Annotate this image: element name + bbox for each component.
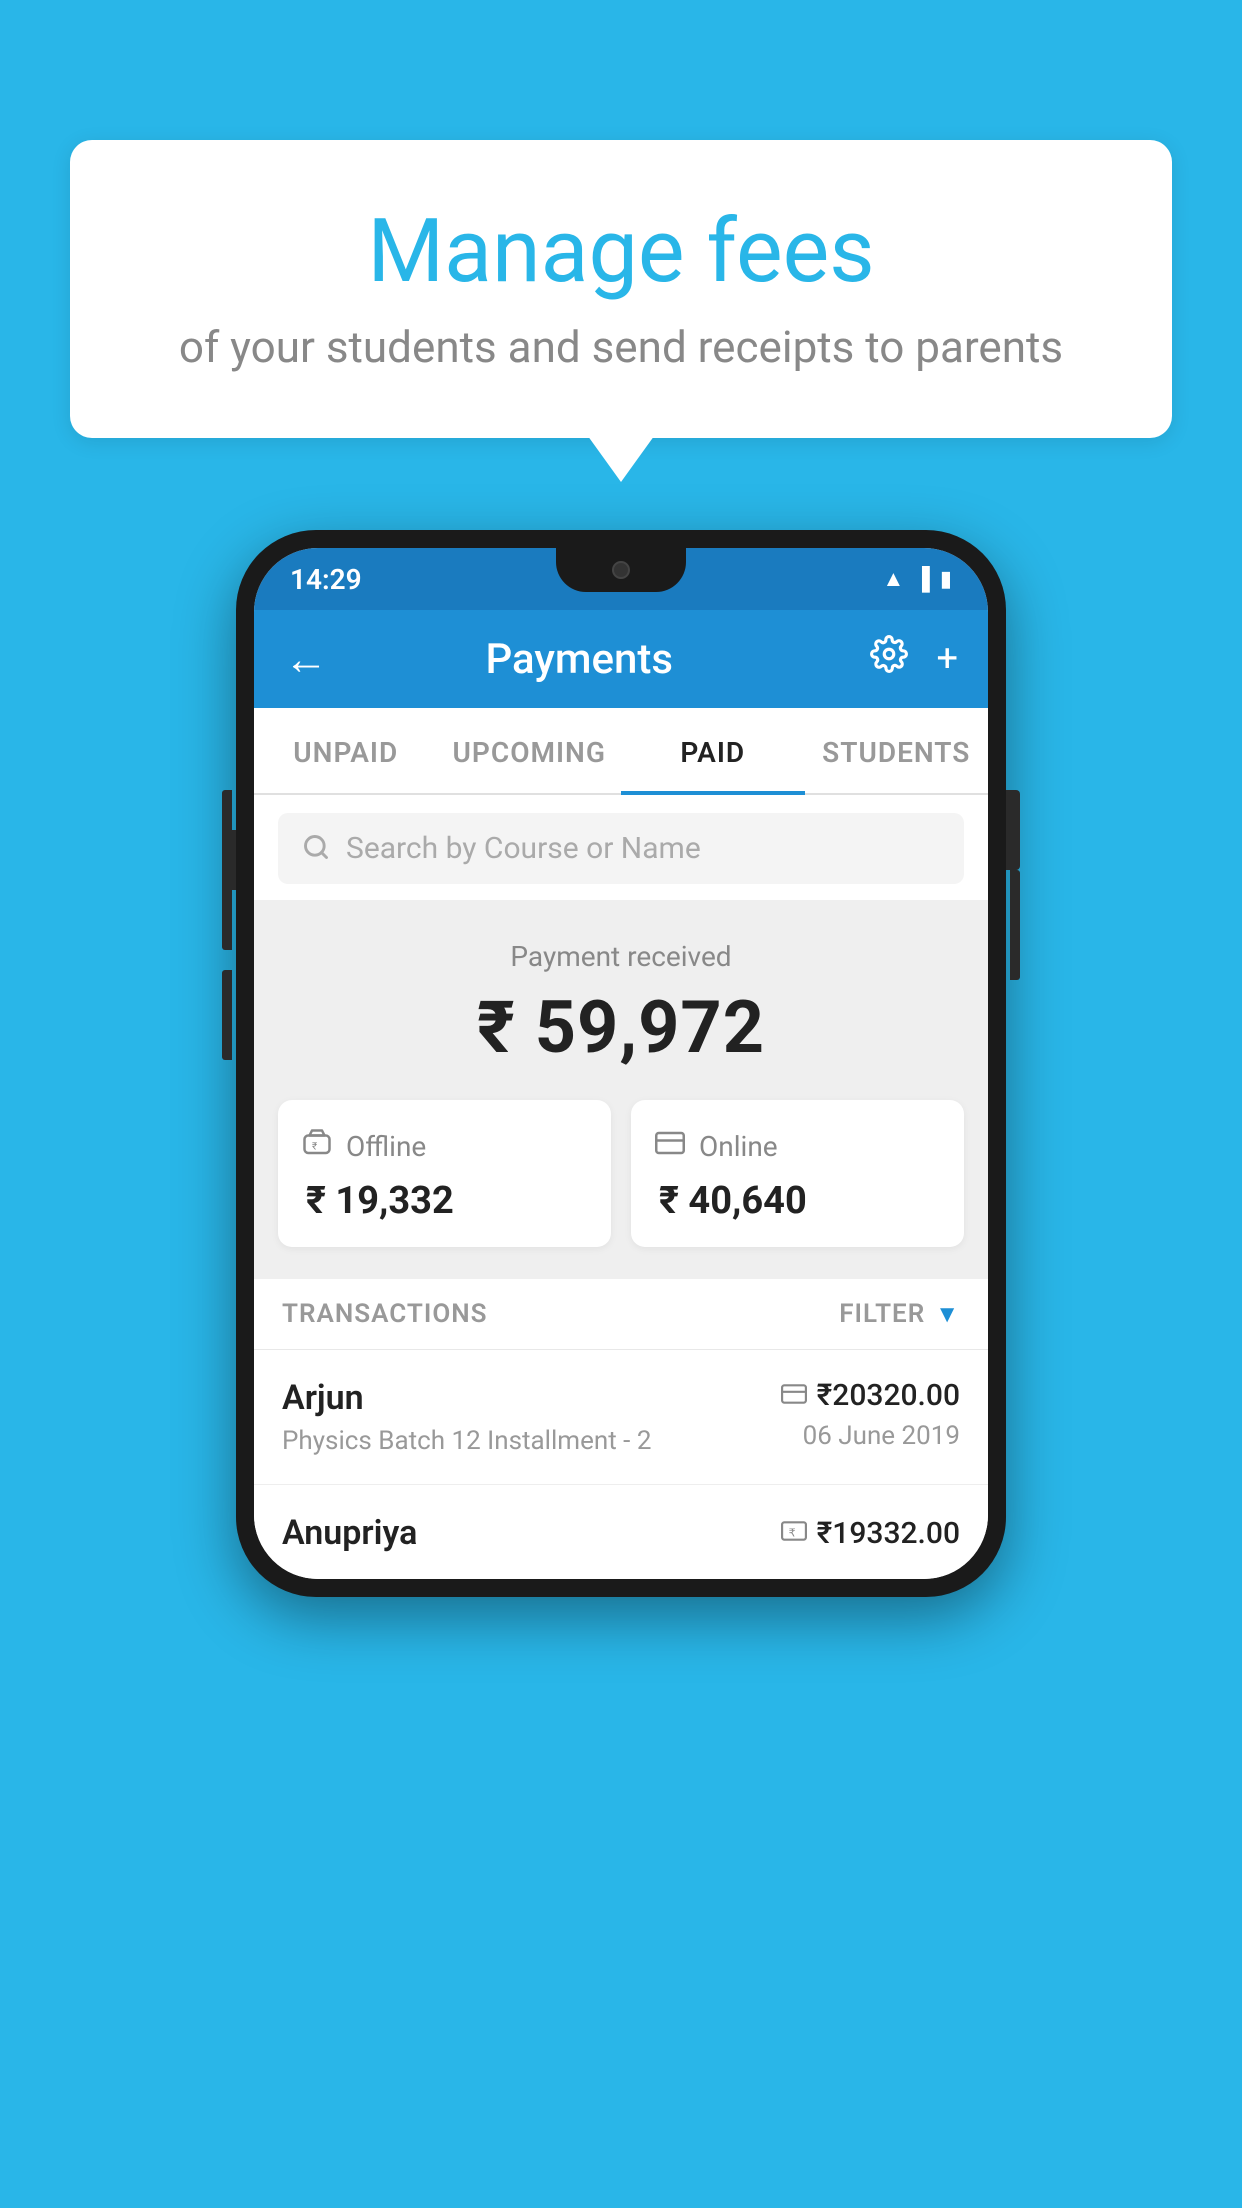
transactions-header: TRANSACTIONS FILTER ▼	[254, 1279, 988, 1350]
speech-bubble-container: Manage fees of your students and send re…	[70, 140, 1172, 438]
transaction-amount-row: ₹20320.00	[781, 1378, 960, 1413]
tab-unpaid[interactable]: UNPAID	[254, 708, 438, 793]
online-amount: ₹ 40,640	[659, 1179, 940, 1223]
transaction-amount-row: ₹ ₹19332.00	[781, 1516, 960, 1551]
offline-amount: ₹ 19,332	[306, 1179, 587, 1223]
transaction-amount: ₹20320.00	[817, 1378, 960, 1413]
svg-text:₹: ₹	[312, 1141, 317, 1152]
status-time: 14:29	[290, 563, 362, 596]
online-card-header: Online	[655, 1128, 940, 1165]
signal-icon: ▐	[914, 566, 930, 592]
online-icon	[655, 1128, 685, 1165]
transaction-right: ₹20320.00 06 June 2019	[781, 1378, 960, 1451]
transaction-row: Anupriya ₹ ₹19332.00	[254, 1485, 988, 1579]
phone-outer: 14:29 ▲ ▐ ▮ ←	[236, 530, 1006, 1597]
search-container: Search by Course or Name	[254, 795, 988, 884]
search-input-placeholder: Search by Course or Name	[346, 831, 701, 866]
app-header: ← Payments +	[254, 610, 988, 708]
transaction-left: Anupriya	[282, 1513, 781, 1561]
payment-summary: Payment received ₹ 59,972	[254, 900, 988, 1100]
add-button[interactable]: +	[936, 637, 958, 681]
transaction-rupee-icon: ₹	[781, 1519, 807, 1547]
transaction-right: ₹ ₹19332.00	[781, 1516, 960, 1559]
offline-card-header: ₹ Offline	[302, 1128, 587, 1165]
tab-students[interactable]: STUDENTS	[805, 708, 989, 793]
transaction-card-icon	[781, 1384, 807, 1408]
tab-upcoming[interactable]: UPCOMING	[438, 708, 622, 793]
tabs-bar: UNPAID UPCOMING PAID STUDENTS	[254, 708, 988, 795]
header-actions: +	[870, 635, 958, 683]
payment-received-label: Payment received	[278, 940, 964, 973]
payment-cards: ₹ Offline ₹ 19,332	[254, 1100, 988, 1279]
transaction-row: Arjun Physics Batch 12 Installment - 2	[254, 1350, 988, 1485]
offline-label: Offline	[346, 1130, 426, 1163]
battery-icon: ▮	[940, 567, 952, 592]
status-icons: ▲ ▐ ▮	[883, 566, 952, 592]
offline-payment-card: ₹ Offline ₹ 19,332	[278, 1100, 611, 1247]
phone-mockup: 14:29 ▲ ▐ ▮ ←	[236, 530, 1006, 1597]
wifi-icon: ▲	[883, 566, 905, 592]
offline-icon: ₹	[302, 1128, 332, 1165]
online-label: Online	[699, 1130, 778, 1163]
transaction-amount: ₹19332.00	[817, 1516, 960, 1551]
back-button[interactable]: ←	[284, 633, 328, 685]
bubble-title: Manage fees	[150, 200, 1092, 303]
transaction-left: Arjun Physics Batch 12 Installment - 2	[282, 1378, 781, 1456]
phone-screen: 14:29 ▲ ▐ ▮ ←	[254, 548, 988, 1579]
search-bar[interactable]: Search by Course or Name	[278, 813, 964, 884]
transactions-label: TRANSACTIONS	[282, 1299, 488, 1329]
transaction-date: 06 June 2019	[781, 1421, 960, 1451]
status-bar: 14:29 ▲ ▐ ▮	[254, 548, 988, 610]
filter-icon: ▼	[935, 1300, 960, 1329]
speech-bubble: Manage fees of your students and send re…	[70, 140, 1172, 438]
search-icon	[302, 833, 330, 865]
svg-text:₹: ₹	[788, 1527, 795, 1539]
page-title: Payments	[348, 635, 810, 684]
online-payment-card: Online ₹ 40,640	[631, 1100, 964, 1247]
camera-dot	[612, 561, 630, 579]
filter-label: FILTER	[839, 1299, 925, 1329]
settings-icon[interactable]	[870, 635, 908, 683]
bubble-subtitle: of your students and send receipts to pa…	[150, 321, 1092, 373]
transaction-name: Anupriya	[282, 1513, 781, 1553]
tab-paid[interactable]: PAID	[621, 708, 805, 793]
notch	[556, 548, 686, 592]
payment-total-amount: ₹ 59,972	[278, 985, 964, 1070]
transaction-name: Arjun	[282, 1378, 781, 1418]
filter-button[interactable]: FILTER ▼	[839, 1299, 960, 1329]
transaction-detail: Physics Batch 12 Installment - 2	[282, 1426, 781, 1456]
